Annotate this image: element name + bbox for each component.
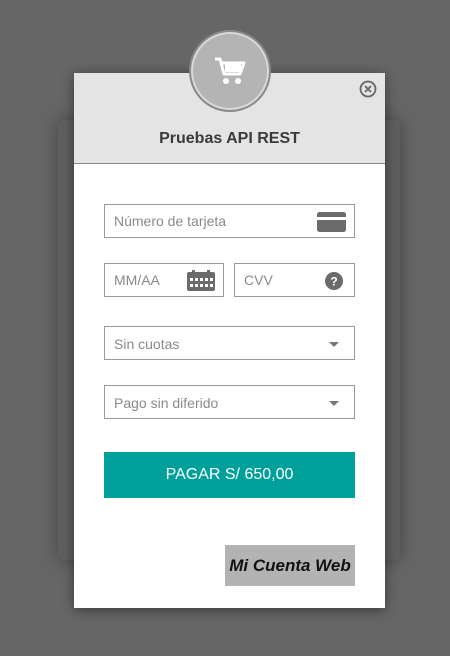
deferral-select[interactable]: Pago sin diferido [104,385,355,419]
help-icon[interactable]: ? [325,272,343,290]
chevron-down-icon [329,342,339,347]
calendar-icon [187,270,215,291]
card-number-field[interactable] [104,204,355,238]
installments-value: Sin cuotas [114,336,180,352]
close-button[interactable] [359,80,377,98]
modal-title: Pruebas API REST [159,130,300,147]
merchant-logo [189,30,271,112]
svg-text:?: ? [330,275,337,289]
brand-logo: Mi Cuenta Web [225,545,355,586]
cvv-field[interactable]: ? [234,263,355,297]
installments-select[interactable]: Sin cuotas [104,326,355,360]
payment-modal: Pruebas API REST ? Sin cuotas [74,30,385,608]
brand-text: Mi Cuenta Web [229,555,351,575]
shopping-cart-icon [215,57,246,84]
credit-card-icon [317,212,346,232]
deferral-value: Pago sin diferido [114,395,219,411]
close-circle-icon [359,80,377,98]
modal-header: Pruebas API REST [74,30,385,164]
pay-button[interactable]: PAGAR S/ 650,00 [104,452,355,498]
expiry-field[interactable] [104,263,224,297]
chevron-down-icon [329,401,339,406]
